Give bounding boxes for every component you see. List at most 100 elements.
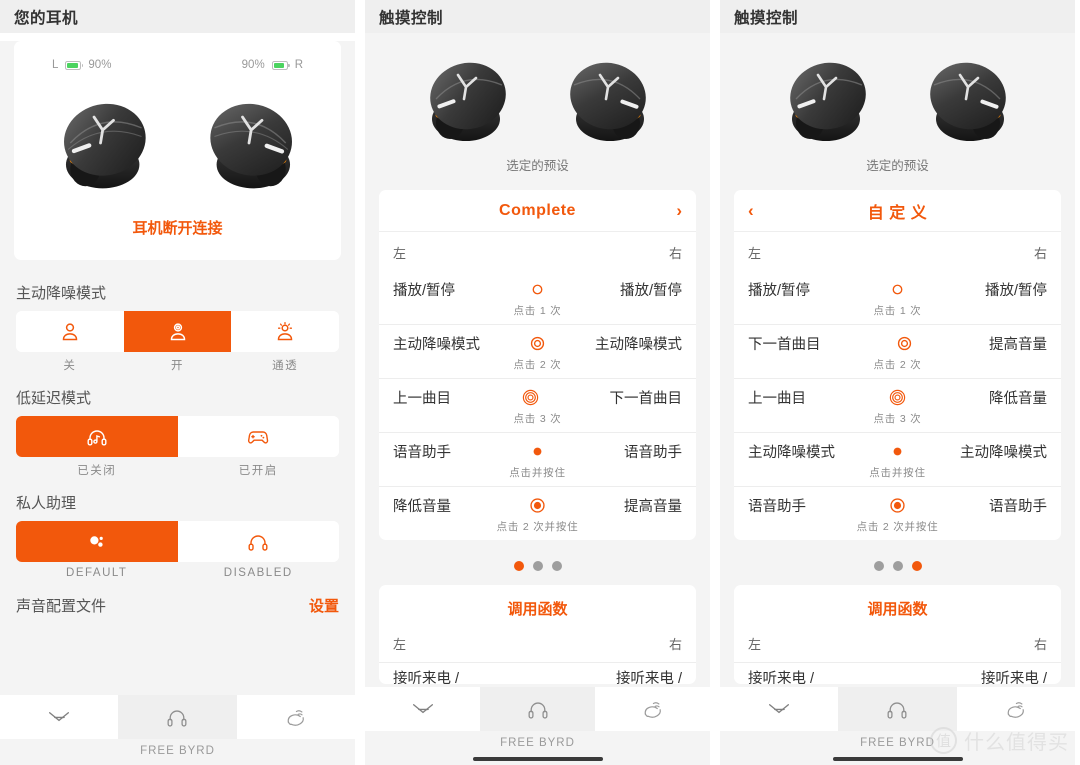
headphones-icon <box>248 534 268 551</box>
pagination-dot-1[interactable] <box>513 561 524 571</box>
columns-header: 左 右 <box>734 232 1061 271</box>
headphones-icon <box>528 702 547 719</box>
row-gesture-label: 点击 1 次 <box>513 305 562 317</box>
touch-hand-icon <box>644 702 661 718</box>
table-row[interactable]: 下一首曲目 提高音量 点击 2 次 <box>734 324 1061 378</box>
nav-tab-device[interactable] <box>480 687 595 731</box>
call-functions-title: 调用函数 <box>507 601 568 618</box>
row-right-action: 降低音量 <box>989 391 1047 407</box>
tap-2-icon <box>480 335 595 352</box>
panel1-body: L 90% 90% R 耳机断开连接 主动降噪模式 关 开 通透 低延迟模式 已… <box>0 41 355 765</box>
nav-tab-home[interactable] <box>365 687 480 731</box>
row-gesture-label: 点击 3 次 <box>873 413 922 425</box>
device-name-label: FREE BYRD <box>500 737 575 749</box>
clipped-row: 接听来电 / 接听来电 / <box>379 662 696 684</box>
battery-right-percent: 90% <box>241 59 265 71</box>
battery-left-icon <box>65 60 84 70</box>
panel1-header: 您的耳机 <box>0 0 355 33</box>
table-row[interactable]: 上一曲目 降低音量 点击 3 次 <box>734 378 1061 432</box>
pagination-dot-3[interactable] <box>551 561 562 571</box>
tap-1-icon <box>810 281 985 298</box>
low-latency-label-disabled: 已关闭 <box>77 465 117 477</box>
pagination-dots[interactable] <box>720 548 1075 585</box>
table-row[interactable]: 语音助手 语音助手 点击 2 次并按住 <box>734 486 1061 540</box>
anc-transparency-icon <box>277 321 293 340</box>
preset-name: Complete <box>499 201 576 219</box>
battery-row: L 90% 90% R <box>14 41 341 71</box>
headphones-icon <box>168 710 187 727</box>
column-left-label: 左 <box>393 637 407 652</box>
low-latency-option-enabled[interactable] <box>177 416 339 457</box>
columns-header: 左 右 <box>379 623 696 662</box>
clipped-row: 接听来电 / 接听来电 / <box>734 662 1061 684</box>
nav-tab-touch[interactable] <box>236 695 355 739</box>
pagination-dot-1[interactable] <box>873 561 884 571</box>
pagination-dot-2[interactable] <box>892 561 903 571</box>
table-row[interactable]: 主动降噪模式 主动降噪模式 点击并按住 <box>734 432 1061 486</box>
chevron-left-icon[interactable]: ‹ <box>748 201 754 221</box>
tap-hold-icon <box>451 443 624 460</box>
nav-tab-touch[interactable] <box>956 687 1075 731</box>
row-right-action: 播放/暂停 <box>619 283 682 299</box>
headphones-icon <box>888 702 907 719</box>
pagination-dot-3[interactable] <box>911 561 922 571</box>
low-latency-section-label: 低延迟模式 <box>16 390 92 407</box>
anc-option-transparency[interactable] <box>231 311 339 352</box>
battery-right: 90% R <box>242 59 303 71</box>
earbuds-illustration <box>365 33 710 153</box>
row-left-action: 语音助手 <box>393 445 451 461</box>
panel2-body: 选定的预设 Complete › 左 右 播放/暂停 播放/暂停 点击 1 次 … <box>365 33 710 765</box>
row-gesture-label: 点击 2 次并按住 <box>856 521 939 533</box>
beyerdynamic-logo-icon <box>769 704 790 714</box>
nav-tab-home[interactable] <box>0 695 119 739</box>
assistant-label-default: DEFAULT <box>66 567 128 579</box>
tap-2-hold-icon <box>806 497 989 514</box>
row-right-action: 主动降噪模式 <box>595 337 682 353</box>
preset-caption: 选定的预设 <box>506 159 569 173</box>
row-right-action: 提高音量 <box>624 499 682 515</box>
anc-label-on: 开 <box>171 360 184 372</box>
tap-2-icon <box>821 335 990 352</box>
preset-header-row[interactable]: Complete › <box>379 190 696 232</box>
touch-hand-icon <box>287 710 304 726</box>
sound-profile-settings-button[interactable]: 设置 <box>309 595 339 616</box>
nav-tab-home[interactable] <box>720 687 839 731</box>
nav-tab-device[interactable] <box>118 695 237 739</box>
page-title: 您的耳机 <box>14 9 79 27</box>
battery-left-side-label: L <box>52 59 59 71</box>
table-row[interactable]: 上一曲目 下一首曲目 点击 3 次 <box>379 378 696 432</box>
table-row[interactable]: 主动降噪模式 主动降噪模式 点击 2 次 <box>379 324 696 378</box>
sound-profile-row[interactable]: 声音配置文件 设置 <box>0 579 355 622</box>
row-left-action: 接听来电 / <box>748 671 815 684</box>
assistant-option-disabled[interactable] <box>177 521 339 562</box>
column-right-label: 右 <box>1033 246 1047 261</box>
table-row[interactable]: 播放/暂停 播放/暂停 点击 1 次 <box>379 271 696 324</box>
preset-caption: 选定的预设 <box>866 159 929 173</box>
low-latency-option-disabled[interactable] <box>16 416 178 457</box>
pagination-dot-2[interactable] <box>532 561 543 571</box>
battery-left: L 90% <box>52 59 111 71</box>
table-row[interactable]: 播放/暂停 播放/暂停 点击 1 次 <box>734 271 1061 324</box>
bottom-nav-panel3: FREE BYRD <box>720 687 1075 765</box>
columns-header: 左 右 <box>379 232 696 271</box>
table-row[interactable]: 语音助手 语音助手 点击并按住 <box>379 432 696 486</box>
table-row[interactable]: 降低音量 提高音量 点击 2 次并按住 <box>379 486 696 540</box>
earbud-right-icon <box>195 89 303 197</box>
nav-tab-device[interactable] <box>838 687 957 731</box>
preset-name: 自 定 义 <box>867 204 928 222</box>
assistant-label-disabled: DISABLED <box>223 567 293 579</box>
row-left-action: 主动降噪模式 <box>393 337 480 353</box>
panel3-header: 触摸控制 <box>720 0 1075 33</box>
pagination-dots[interactable] <box>365 548 710 585</box>
preset-header-row[interactable]: ‹ 自 定 义 <box>734 190 1061 232</box>
column-left-label: 左 <box>748 637 762 652</box>
anc-option-off[interactable] <box>16 311 124 352</box>
chevron-right-icon[interactable]: › <box>676 201 682 221</box>
row-left-action: 上一曲目 <box>393 391 451 407</box>
preset-card: ‹ 自 定 义 左 右 播放/暂停 播放/暂停 点击 1 次 下一首曲目 提高音… <box>734 190 1061 540</box>
battery-right-icon <box>271 60 290 70</box>
anc-option-on[interactable] <box>123 311 232 352</box>
anc-on-icon <box>170 322 185 340</box>
nav-tab-touch[interactable] <box>595 687 710 731</box>
assistant-option-default[interactable] <box>16 521 178 562</box>
